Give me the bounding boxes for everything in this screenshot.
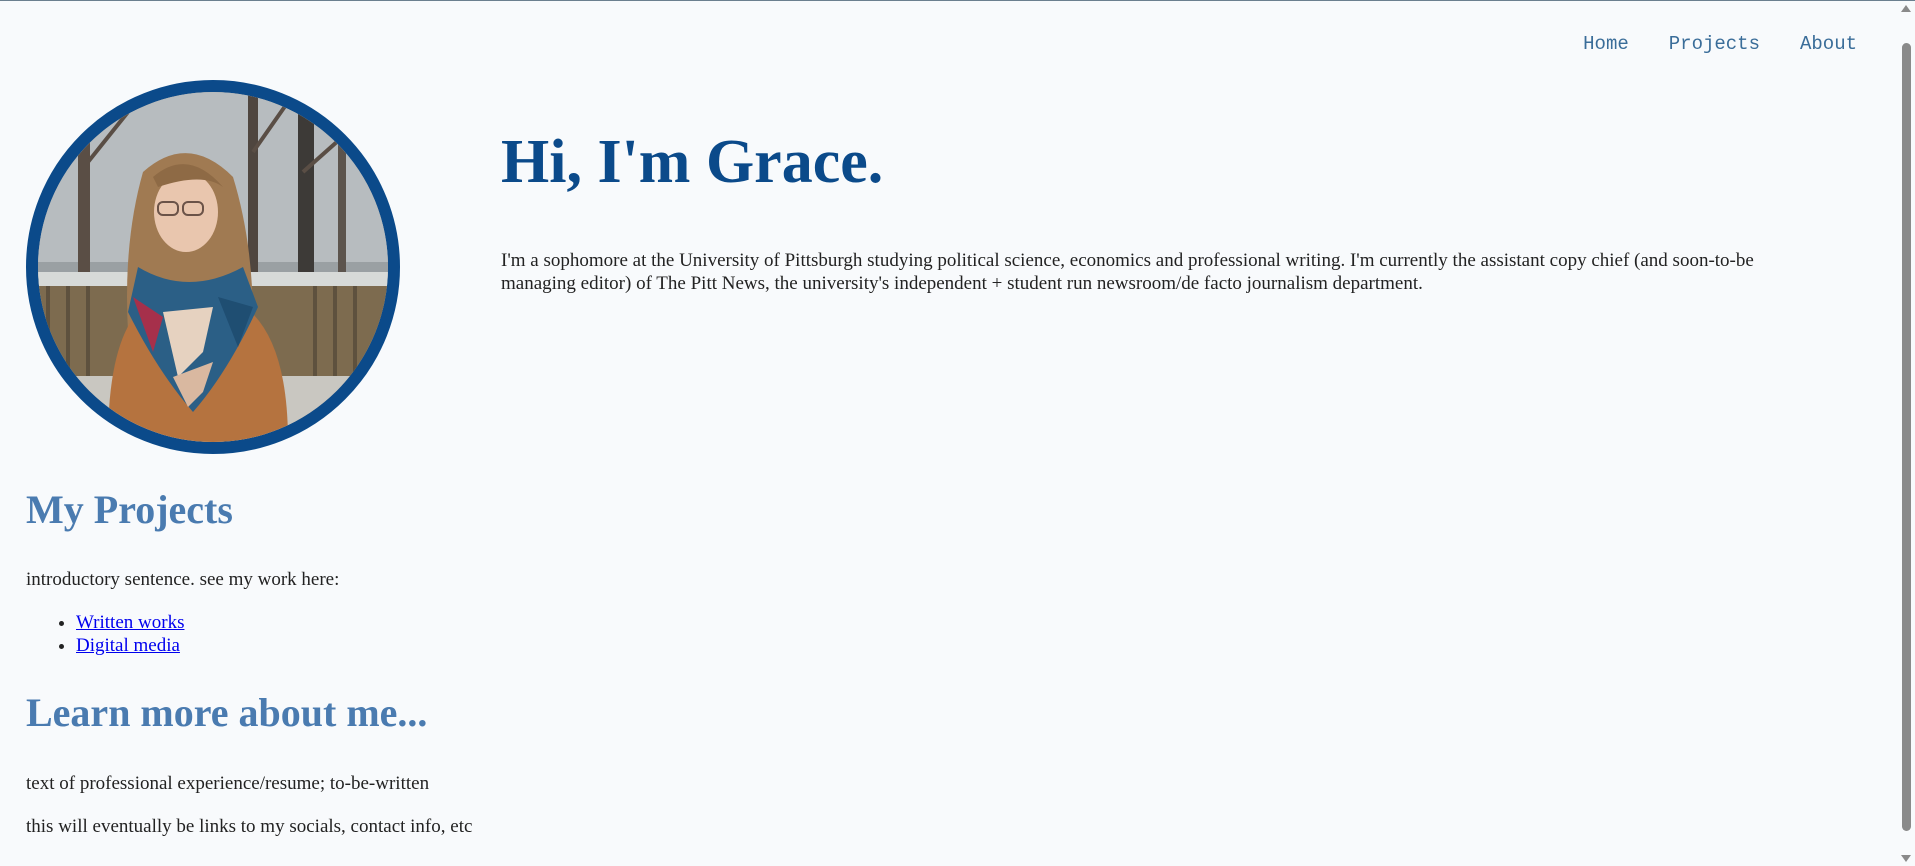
projects-intro: introductory sentence. see my work here: <box>26 569 340 590</box>
digital-media-link[interactable]: Digital media <box>76 635 180 656</box>
hero-title: Hi, I'm Grace. <box>501 128 884 196</box>
about-contact-text: this will eventually be links to my soci… <box>26 816 473 837</box>
vertical-scrollbar[interactable] <box>1898 1 1915 866</box>
nav-projects-link[interactable]: Projects <box>1669 33 1760 55</box>
list-item: Digital media <box>76 634 184 657</box>
scroll-up-arrow-icon[interactable] <box>1901 5 1911 12</box>
scrollbar-thumb[interactable] <box>1902 43 1911 831</box>
scroll-down-arrow-icon[interactable] <box>1901 855 1911 862</box>
top-nav: Home Projects About <box>1583 33 1857 55</box>
hero-intro-text: I'm a sophomore at the University of Pit… <box>501 250 1754 294</box>
projects-heading: My Projects <box>26 487 233 532</box>
about-heading: Learn more about me... <box>26 690 428 735</box>
nav-about-link[interactable]: About <box>1800 33 1857 55</box>
written-works-link[interactable]: Written works <box>76 612 184 633</box>
about-experience-text: text of professional experience/resume; … <box>26 773 430 794</box>
projects-link-list: Written works Digital media <box>26 611 184 657</box>
profile-photo <box>26 80 400 454</box>
nav-home-link[interactable]: Home <box>1583 33 1629 55</box>
list-item: Written works <box>76 611 184 634</box>
